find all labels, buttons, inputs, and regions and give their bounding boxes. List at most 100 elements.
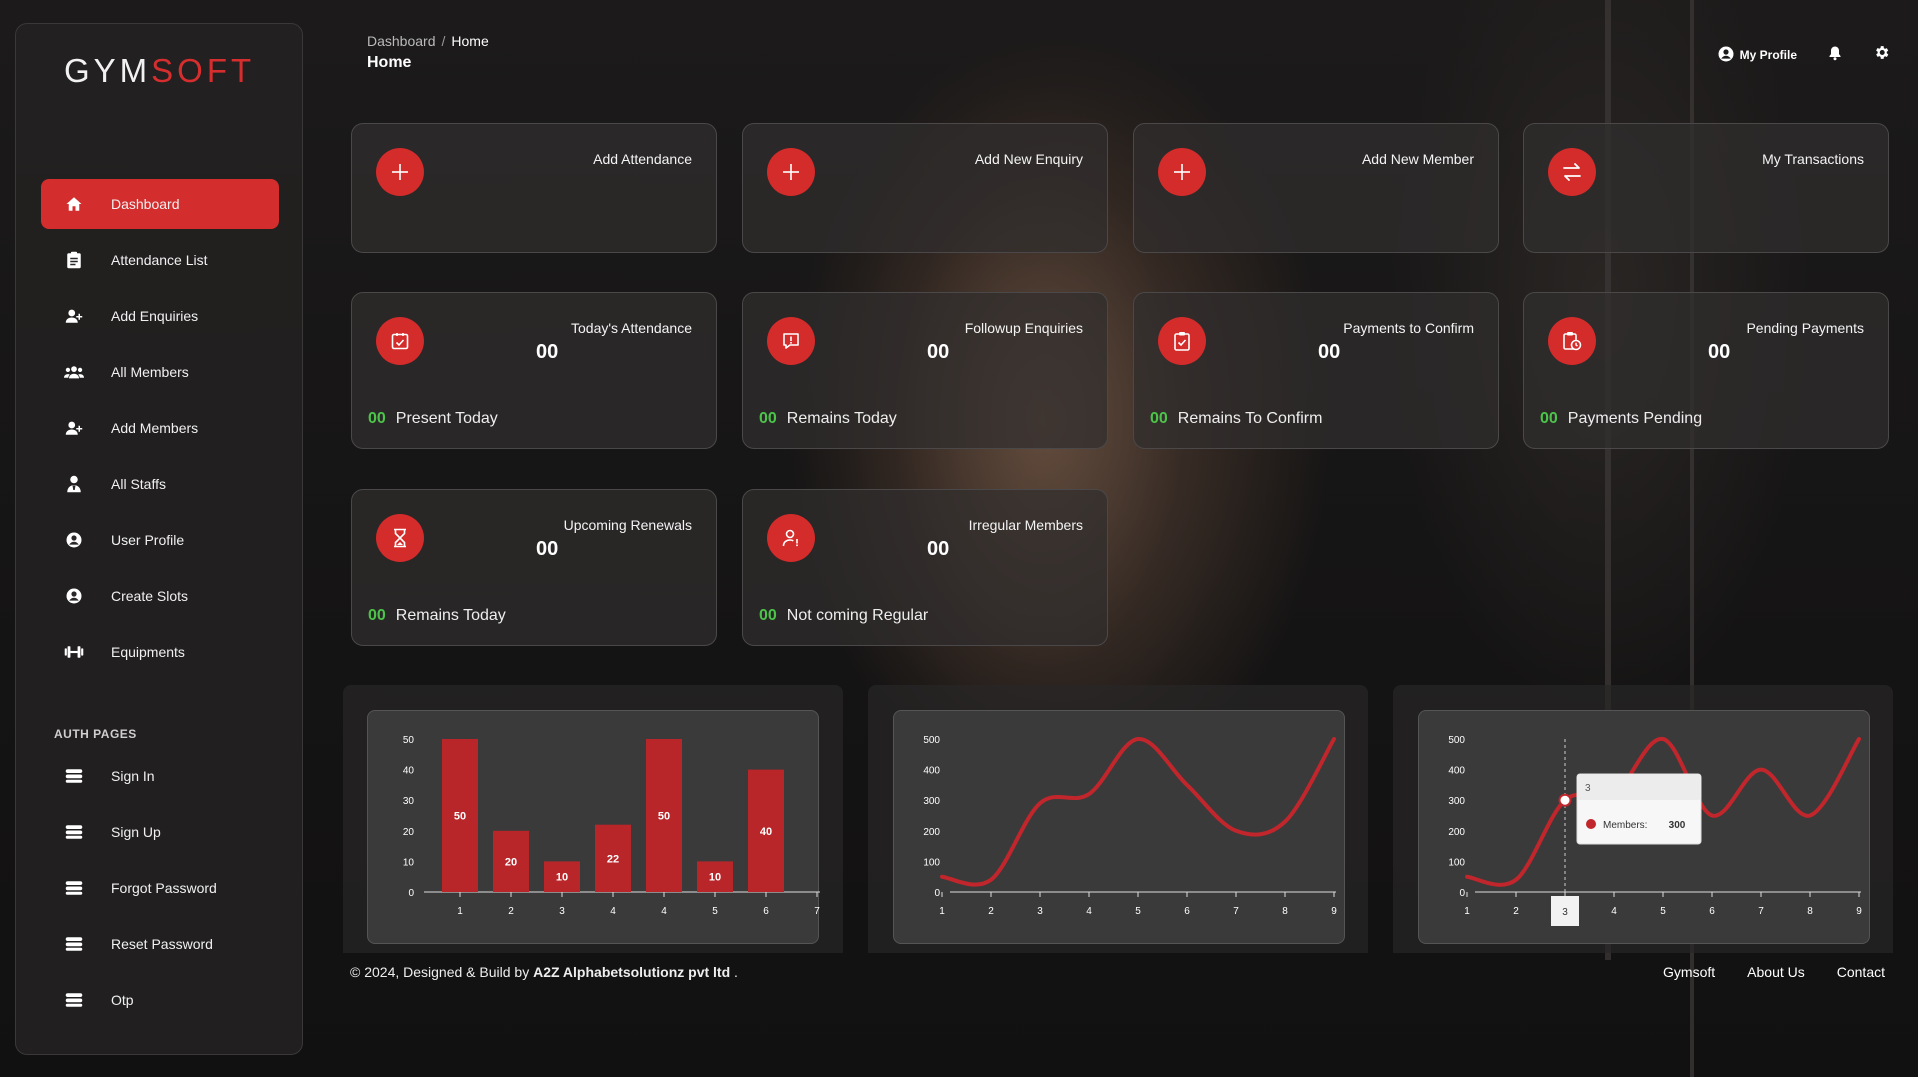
sidebar-item-user-profile[interactable]: User Profile bbox=[41, 515, 279, 565]
footer-link-about-us[interactable]: About Us bbox=[1747, 964, 1805, 980]
y-tick-label: 0 bbox=[1459, 888, 1465, 899]
footer-link-contact[interactable]: Contact bbox=[1837, 964, 1885, 980]
action-card-add-attendance[interactable]: Add Attendance bbox=[351, 123, 717, 253]
x-tick-label: 4 bbox=[1086, 906, 1092, 917]
card-footer-count: 00 bbox=[1150, 410, 1168, 427]
sidebar-item-label: Equipments bbox=[111, 644, 185, 660]
user-plus-icon bbox=[63, 417, 85, 439]
y-tick-label: 500 bbox=[923, 735, 940, 746]
x-tick-label: 2 bbox=[508, 906, 514, 917]
logo-part-soft: SOFT bbox=[151, 52, 256, 89]
sidebar-item-add-enquiries[interactable]: Add Enquiries bbox=[41, 291, 279, 341]
card-footer: 00 Remains Today bbox=[759, 410, 897, 428]
layers-icon bbox=[63, 765, 85, 787]
plus-icon[interactable] bbox=[376, 148, 424, 196]
card-footer-count: 00 bbox=[1540, 410, 1558, 427]
logo-part-gym: GYM bbox=[64, 52, 152, 89]
user-circle-icon bbox=[63, 585, 85, 607]
sidebar-item-dashboard[interactable]: Dashboard bbox=[41, 179, 279, 229]
x-tick-label: 7 bbox=[1758, 906, 1764, 917]
sidebar-item-sign-in[interactable]: Sign In bbox=[41, 751, 279, 801]
x-tick-label: 4 bbox=[1611, 906, 1617, 917]
x-tick-label: 7 bbox=[814, 906, 820, 917]
stat-card-today-s-attendance: Today's Attendance 00 00 Present Today bbox=[351, 292, 717, 449]
plus-icon[interactable] bbox=[1158, 148, 1206, 196]
gear-icon[interactable] bbox=[1873, 44, 1890, 66]
bell-icon[interactable] bbox=[1827, 45, 1843, 66]
line-chart-svg: 0 100 200 300 400 500 1 2 3 4 5 6 7 8 9 bbox=[923, 735, 1337, 917]
clipboard-list-icon bbox=[63, 249, 85, 271]
y-tick-label: 0 bbox=[408, 888, 414, 899]
y-tick-label: 0 bbox=[934, 888, 940, 899]
user-alert-icon bbox=[767, 514, 815, 562]
action-card-add-new-member[interactable]: Add New Member bbox=[1133, 123, 1499, 253]
sidebar-item-attendance-list[interactable]: Attendance List bbox=[41, 235, 279, 285]
user-circle-icon bbox=[1718, 46, 1734, 65]
breadcrumb-dashboard[interactable]: Dashboard bbox=[367, 33, 436, 49]
sidebar-item-equipments[interactable]: Equipments bbox=[41, 627, 279, 677]
card-title: Add Attendance bbox=[593, 151, 692, 167]
calendar-check-icon bbox=[376, 317, 424, 365]
y-tick-label: 500 bbox=[1448, 735, 1465, 746]
x-tick-label: 4 bbox=[610, 906, 616, 917]
company-link[interactable]: A2Z Alphabetsolutionz pvt ltd bbox=[533, 964, 730, 980]
breadcrumb: Dashboard / Home bbox=[367, 33, 489, 49]
card-value: 00 bbox=[536, 538, 559, 560]
sidebar-item-label: Add Enquiries bbox=[111, 308, 199, 324]
bar-data-label: 40 bbox=[760, 826, 772, 838]
stat-card-payments-to-confirm: Payments to Confirm 00 00 Remains To Confir… bbox=[1133, 292, 1499, 449]
sidebar-item-all-members[interactable]: All Members bbox=[41, 347, 279, 397]
y-tick-label: 50 bbox=[403, 735, 415, 746]
sidebar-item-sign-up[interactable]: Sign Up bbox=[41, 807, 279, 857]
card-value: 00 bbox=[1708, 341, 1731, 363]
footer-link-gymsoft[interactable]: Gymsoft bbox=[1663, 964, 1715, 980]
sidebar-item-label: All Staffs bbox=[111, 476, 166, 492]
x-tick-label: 1 bbox=[457, 906, 463, 917]
x-tick-label: 5 bbox=[1135, 906, 1141, 917]
layers-icon bbox=[63, 877, 85, 899]
sidebar-item-forgot-password[interactable]: Forgot Password bbox=[41, 863, 279, 913]
card-footer-label: Present Today bbox=[395, 410, 498, 427]
card-title: Payments to Confirm bbox=[1343, 320, 1474, 336]
x-tick-label: 8 bbox=[1807, 906, 1813, 917]
sidebar-item-label: Add Members bbox=[111, 420, 199, 436]
stat-card-upcoming-renewals: Upcoming Renewals 00 00 Remains Today bbox=[351, 489, 717, 646]
bar-data-label: 50 bbox=[454, 811, 466, 823]
home-icon bbox=[63, 193, 85, 215]
sidebar-item-create-slots[interactable]: Create Slots bbox=[41, 571, 279, 621]
card-footer: 00 Present Today bbox=[368, 410, 498, 428]
sidebar-item-label: User Profile bbox=[111, 532, 185, 548]
sidebar-item-label: Reset Password bbox=[111, 936, 213, 952]
card-footer-label: Remains Today bbox=[786, 410, 897, 427]
card-footer: 00 Not coming Regular bbox=[759, 607, 928, 625]
gymsoft-logo[interactable]: GYMSOFT bbox=[64, 52, 255, 90]
card-footer: 00 Payments Pending bbox=[1540, 410, 1702, 428]
sidebar-item-all-staffs[interactable]: All Staffs bbox=[41, 459, 279, 509]
copyright-period: . bbox=[734, 964, 738, 980]
card-title: Followup Enquiries bbox=[964, 320, 1083, 336]
x-tick-label: 9 bbox=[1331, 906, 1337, 917]
action-card-my-transactions[interactable]: My Transactions bbox=[1523, 123, 1889, 253]
x-tick-label: 1 bbox=[939, 906, 945, 917]
card-title: Irregular Members bbox=[968, 517, 1083, 533]
my-profile-button[interactable]: My Profile bbox=[1718, 46, 1797, 65]
sidebar-nav: Dashboard Attendance List Add Enquiries All… bbox=[41, 179, 279, 683]
footer-copyright: © 2024, Designed & Build by A2Z Alphabet… bbox=[350, 964, 738, 980]
card-title: Upcoming Renewals bbox=[563, 517, 692, 533]
sidebar-item-reset-password[interactable]: Reset Password bbox=[41, 919, 279, 969]
x-tick-label: 7 bbox=[1233, 906, 1239, 917]
sidebar-item-otp[interactable]: Otp bbox=[41, 975, 279, 1025]
stat-card-pending-payments: Pending Payments 00 00 Payments Pending bbox=[1523, 292, 1889, 449]
sidebar-item-add-members[interactable]: Add Members bbox=[41, 403, 279, 453]
plus-icon[interactable] bbox=[767, 148, 815, 196]
card-footer-count: 00 bbox=[368, 410, 386, 427]
card-title: Today's Attendance bbox=[571, 320, 692, 336]
members-line-chart-svg: 010020030040050012345678933Members:300 bbox=[1448, 735, 1862, 926]
action-card-add-new-enquiry[interactable]: Add New Enquiry bbox=[742, 123, 1108, 253]
y-tick-label: 10 bbox=[403, 857, 415, 868]
y-tick-label: 200 bbox=[923, 827, 940, 838]
y-tick-label: 300 bbox=[923, 796, 940, 807]
exchange-icon[interactable] bbox=[1548, 148, 1596, 196]
layers-icon bbox=[63, 933, 85, 955]
page-title: Home bbox=[367, 54, 412, 71]
